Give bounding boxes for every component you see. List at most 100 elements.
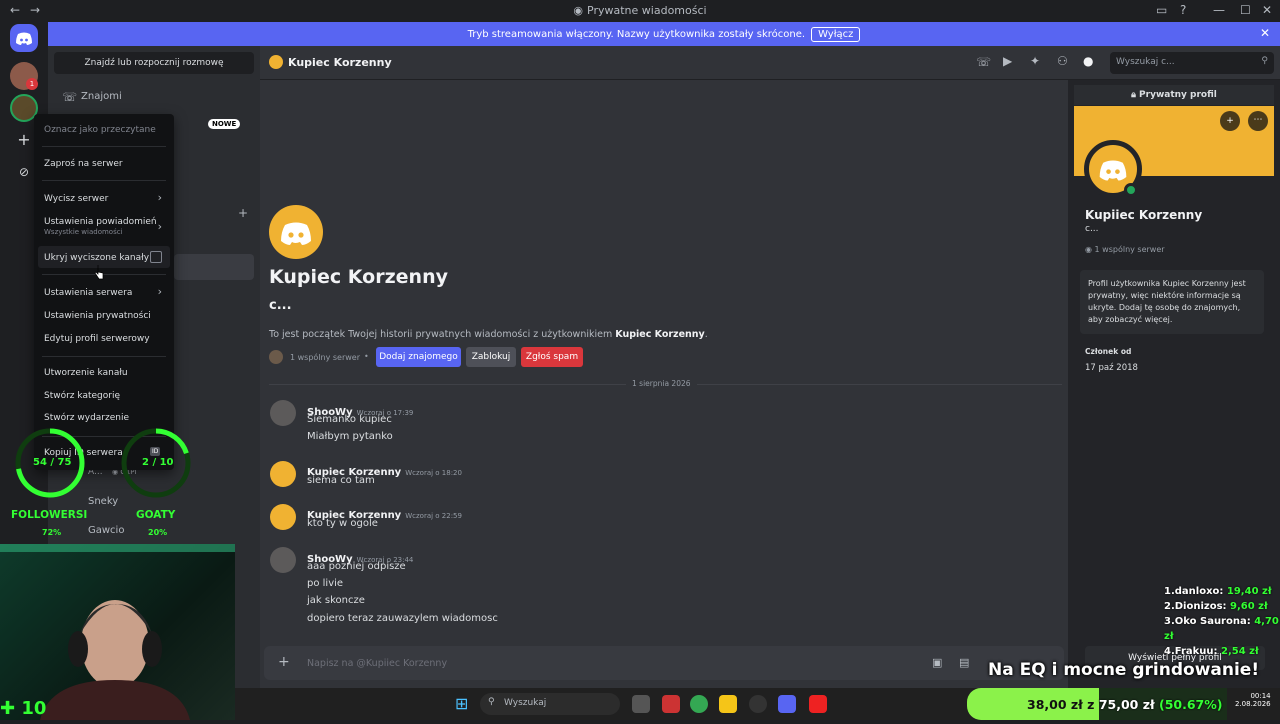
menu-divider (42, 180, 166, 181)
private-profile-label: 🔒︎ Prywatny profil (1074, 85, 1274, 105)
add-friends-to-dm-icon[interactable]: ⚇ (1057, 54, 1068, 68)
menu-create-channel[interactable]: Utworzenie kanału (44, 368, 128, 378)
hide-muted-checkbox[interactable] (150, 251, 162, 263)
task-view-icon[interactable] (632, 695, 650, 713)
goats-count: 2 / 10 (142, 457, 174, 468)
stream-slogan: Na EQ i mocne grindowanie! (988, 660, 1260, 680)
mutual-servers-text[interactable]: 1 wspólny serwer (290, 353, 360, 362)
discord-taskbar-icon[interactable] (778, 695, 796, 713)
close-window-button[interactable]: ✕ (1262, 3, 1272, 17)
subs-icon: ✚ (0, 698, 16, 719)
menu-invite[interactable]: Zaproś na serwer (44, 159, 123, 169)
menu-edit-server-profile[interactable]: Edytuj profil serwerowy (44, 334, 150, 344)
window-title: Prywatne wiadomości (587, 4, 707, 17)
server-context-menu: Oznacz jako przeczytane Zaproś na serwer… (34, 114, 174, 470)
discord-small-icon: ◉ (573, 4, 584, 17)
header-avatar (269, 55, 283, 69)
report-spam-button[interactable]: Zgłoś spam (521, 347, 583, 367)
app-icon[interactable] (662, 695, 680, 713)
message-line: kto ty w ogole (307, 518, 378, 529)
menu-server-settings[interactable]: Ustawienia serwera (44, 288, 132, 298)
attach-plus-icon[interactable]: + (278, 654, 290, 670)
streamer-silhouette-image (0, 544, 235, 720)
pinned-messages-icon[interactable]: ✦ (1030, 54, 1040, 68)
server-unread-badge: 1 (26, 78, 38, 90)
add-friend-icon[interactable]: + (1220, 111, 1240, 131)
followers-label: FOLLOWERSI (11, 509, 88, 521)
video-call-icon[interactable]: ▶ (1003, 54, 1012, 68)
message-avatar[interactable] (270, 400, 296, 426)
bullet-separator: • (364, 352, 369, 361)
date-divider: 1 sierpnia 2026 (626, 379, 697, 388)
profile-subname: c... (1085, 224, 1099, 234)
app-icon[interactable] (749, 695, 767, 713)
message-line: aaa pozniej odpisze (307, 561, 406, 572)
chevron-right-icon: › (157, 285, 162, 298)
help-icon[interactable]: ? (1180, 3, 1186, 17)
dm-user-sneky[interactable]: Sneky (88, 496, 118, 507)
create-dm-icon[interactable]: + (238, 206, 248, 220)
menu-hide-muted[interactable]: Ukryj wyciszone kanały (44, 253, 149, 263)
chrome-icon[interactable] (690, 695, 708, 713)
donation-goal-text: 38,00 zł z 75,00 zł (50.67%) (1027, 697, 1223, 712)
search-icon: ⚲ (1261, 56, 1268, 66)
gift-icon[interactable]: ▣ (932, 656, 942, 669)
private-profile-info: Profil użytkownika Kupiec Korzenny jest … (1080, 270, 1264, 334)
voice-call-icon[interactable]: ☏ (976, 55, 991, 69)
minimize-button[interactable]: — (1213, 3, 1225, 17)
banner-text: Tryb streamowania włączony. Nazwy użytko… (467, 29, 806, 40)
find-conversation-button[interactable]: Znajdź lub rozpocznij rozmowę (54, 52, 254, 74)
app-icon[interactable] (809, 695, 827, 713)
menu-create-category[interactable]: Stwórz kategorię (44, 391, 120, 401)
profile-mutual-servers[interactable]: ◉ 1 wspólny serwer (1085, 245, 1165, 254)
friends-link[interactable]: Znajomi (81, 91, 122, 102)
taskbar-search-input[interactable]: ⚲ Wyszukaj (480, 693, 620, 715)
menu-mute-server[interactable]: Wycisz serwer (44, 194, 108, 204)
mouse-cursor-icon (94, 265, 104, 280)
menu-create-event[interactable]: Stwórz wydarzenie (44, 413, 129, 423)
selected-dm-row[interactable] (174, 254, 254, 280)
menu-divider (42, 274, 166, 275)
followers-count: 54 / 75 (33, 457, 72, 468)
menu-mark-read[interactable]: Oznacz jako przeczytane (44, 125, 156, 135)
gif-icon[interactable]: ▤ (959, 656, 969, 669)
message-avatar[interactable] (270, 504, 296, 530)
user-profile-toggle-icon[interactable]: ● (1083, 54, 1093, 68)
profile-name: Kupiiec Korzenny (1085, 208, 1203, 222)
header-search-input[interactable]: Wyszukaj c... ⚲ (1110, 52, 1274, 74)
discord-home-icon[interactable] (10, 24, 38, 52)
dm-user-gawcio[interactable]: Gawcio (88, 525, 124, 536)
goats-label: GOATY (136, 509, 176, 521)
mutual-server-icon (269, 350, 283, 364)
menu-privacy-settings[interactable]: Ustawienia prywatności (44, 311, 151, 321)
menu-notification-settings[interactable]: Ustawienia powiadomień Wszystkie wiadomoś… (44, 217, 157, 236)
followers-percent: 72% (42, 528, 62, 537)
block-button[interactable]: Zablokuj (466, 347, 516, 367)
more-options-icon[interactable]: ⋯ (1248, 111, 1268, 131)
message-line: Miałbym pytanko (307, 431, 393, 442)
menu-divider (42, 146, 166, 147)
intro-avatar (269, 205, 323, 259)
message-composer[interactable]: + Napisz na @Kupiiec Korzenny ▣ ▤ (264, 646, 1064, 680)
online-status-icon (1124, 183, 1138, 197)
close-banner-icon[interactable]: ✕ (1260, 26, 1270, 40)
header-username[interactable]: Kupiec Korzenny (288, 56, 392, 69)
lock-icon: 🔒︎ (1131, 90, 1136, 100)
add-server-icon[interactable]: + (14, 130, 34, 150)
explore-icon[interactable]: ⊘ (14, 162, 34, 182)
message-input[interactable]: Napisz na @Kupiiec Korzenny (307, 658, 447, 669)
maximize-button[interactable]: ☐ (1240, 3, 1251, 17)
file-explorer-icon[interactable] (719, 695, 737, 713)
member-since-date: 17 paź 2018 (1085, 363, 1138, 373)
message-avatar[interactable] (270, 547, 296, 573)
windows-start-icon[interactable]: ⊞ (455, 694, 468, 713)
taskbar-clock[interactable]: 00:14 2.08.2026 (1235, 692, 1271, 708)
inbox-icon[interactable]: ▭ (1156, 3, 1167, 17)
chevron-right-icon: › (157, 191, 162, 204)
intro-subname: c... (269, 298, 292, 313)
window-title-bar: ← → ◉ Prywatne wiadomości ▭ ? — ☐ ✕ (0, 0, 1280, 22)
add-friend-button[interactable]: Dodaj znajomego (376, 347, 461, 367)
disable-streamer-mode-button[interactable]: Wyłącz (811, 27, 861, 42)
new-badge: NOWE (208, 119, 241, 129)
message-avatar[interactable] (270, 461, 296, 487)
